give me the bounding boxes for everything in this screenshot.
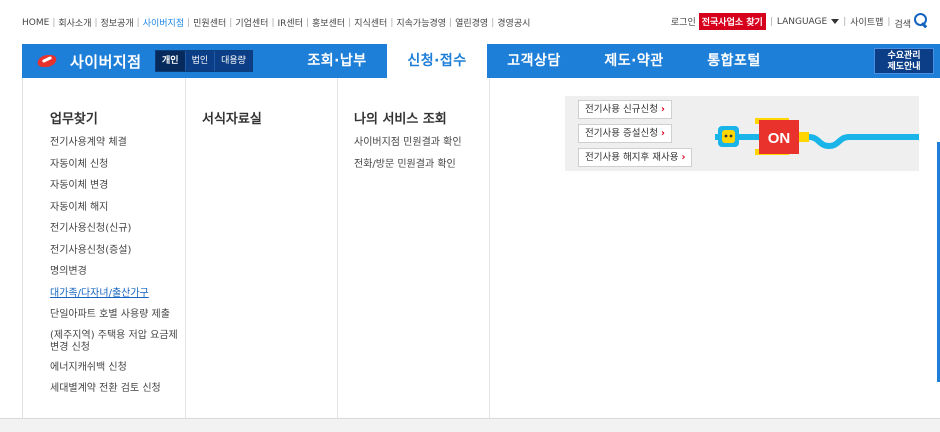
menu-inquiry-payment[interactable]: 조회·납부 [282,44,392,78]
util-open-management-link[interactable]: 열린경영 [455,16,488,29]
util-cyber-branch-link[interactable]: 사이버지점 [143,16,184,29]
task-item[interactable]: 자동이체 신청 [50,158,190,180]
caret-down-icon [831,18,840,24]
utility-nav: HOME | 회사소개 | 정보공개 | 사이버지점 | 민원센터 | 기업센터 | IR센… [22,16,530,30]
utility-bar: HOME | 회사소개 | 정보공개 | 사이버지점 | 민원센터 | 기업센터 | IR센… [0,0,940,44]
new-application-button[interactable]: 전기사용 신규신청 › [578,100,672,119]
task-item-selected[interactable]: 대가족/다자녀/출산가구 [50,287,190,309]
kepco-logo-icon [36,53,58,69]
divider: | [94,17,98,28]
divider: | [229,17,233,28]
cable-right [808,134,919,150]
demand-line-2: 제도안내 [887,62,921,72]
task-list: 전기사용계약 체결 자동이체 신청 자동이체 변경 자동이체 해지 전기사용신청… [50,136,190,404]
task-item[interactable]: 자동이체 해지 [50,201,190,223]
util-company-link[interactable]: 회사소개 [58,16,91,29]
divider: | [271,17,275,28]
util-ir-center-link[interactable]: IR센터 [278,16,303,29]
menu-policy-terms[interactable]: 제도·약관 [584,44,684,78]
task-item[interactable]: 전기사용신청(신규) [50,222,190,244]
divider: | [52,17,56,28]
task-item[interactable]: (제주지역) 주택용 저압 요금제 변경 신청 [50,330,190,361]
switch-label: ON [768,130,791,147]
column-my-services: 나의 서비스 조회 사이버지점 민원결과 확인 전화/방문 민원결과 확인 [338,78,490,418]
menu-customer-consult[interactable]: 고객상담 [484,44,584,78]
chevron-right-icon: › [681,152,686,163]
brand-link[interactable]: 사이버지점 [36,44,142,78]
divider: | [887,16,891,27]
button-label: 전기사용 해지후 재사용 [585,152,679,163]
util-sustainability-link[interactable]: 지속가능경영 [396,16,446,29]
column-title: 나의 서비스 조회 [354,112,447,127]
task-item[interactable]: 명의변경 [50,265,190,287]
service-list: 사이버지점 민원결과 확인 전화/방문 민원결과 확인 [354,136,462,179]
divider: | [491,17,495,28]
increase-application-button[interactable]: 전기사용 증설신청 › [578,124,672,143]
task-item[interactable]: 전기사용신청(증설) [50,244,190,266]
demand-line-1: 수요관리 [887,51,921,61]
divider: | [843,16,847,27]
task-item[interactable]: 세대별계약 전환 검토 신청 [50,382,190,404]
language-select[interactable]: LANGUAGE [776,16,840,27]
button-label: 전기사용 증설신청 [585,128,658,139]
login-link[interactable]: 로그인 [671,15,696,28]
demand-management-button[interactable]: 수요관리 제도안내 [874,48,934,74]
chevron-right-icon: › [660,104,665,115]
tab-personal[interactable]: 개인 [156,51,186,71]
task-item[interactable]: 자동이체 변경 [50,179,190,201]
forms-library-link[interactable]: 서식자료실 [202,108,262,127]
util-info-link[interactable]: 정보공개 [101,16,134,29]
divider: | [769,16,773,27]
util-business-center-link[interactable]: 기업센터 [235,16,268,29]
task-item[interactable]: 전기사용계약 체결 [50,136,190,158]
branch-search-button[interactable]: 전국사업소 찾기 [698,13,766,30]
divider: | [187,17,191,28]
task-item[interactable]: 단일아파트 호별 사용량 제출 [50,308,190,330]
service-item[interactable]: 전화/방문 민원결과 확인 [354,158,462,180]
plug-face-icon [722,130,735,143]
service-item[interactable]: 사이버지점 민원결과 확인 [354,136,462,158]
divider: | [305,17,310,28]
reuse-application-button[interactable]: 전기사용 해지후 재사용 › [578,148,693,167]
divider: | [390,17,394,28]
main-navbar: 사이버지점 개인 법인 대용량 조회·납부 신청·접수 고객상담 제도·약관 통… [22,44,940,78]
column-title: 업무찾기 [50,112,98,127]
tab-corporate[interactable]: 법인 [185,51,216,71]
sitemap-link[interactable]: 사이트맵 [850,15,883,28]
tab-large-volume[interactable]: 대용량 [215,51,252,71]
menu-integrated-portal[interactable]: 통합포털 [684,44,784,78]
util-knowledge-center-link[interactable]: 지식센터 [354,16,387,29]
search-icon [914,13,928,27]
util-civil-center-link[interactable]: 민원센터 [193,16,226,29]
divider: | [348,17,352,28]
column-task-finder: 업무찾기 전기사용계약 체결 자동이체 신청 자동이체 변경 자동이체 해지 전… [23,78,186,418]
button-label: 전기사용 신규신청 [585,104,658,115]
divider: | [136,17,140,28]
column-forms-library: 서식자료실 [186,78,338,418]
utility-actions: 로그인 전국사업소 찾기 | LANGUAGE | 사이트맵 | 검색 [671,13,928,30]
search-label: 검색 [894,20,911,30]
panel-bottom-bar [0,418,940,432]
search-button[interactable]: 검색 [894,13,928,30]
promo-banner: 전기사용 신규신청 › 전기사용 증설신청 › 전기사용 해지후 재사용 › ON [565,96,919,171]
brand-name: 사이버지점 [70,52,142,71]
util-disclosure-link[interactable]: 경영공시 [497,16,530,29]
util-pr-center-link[interactable]: 홍보센터 [312,16,345,29]
task-item[interactable]: 에너지캐쉬백 신청 [50,361,190,383]
util-home-link[interactable]: HOME [22,18,49,28]
language-label: LANGUAGE [776,16,828,27]
chevron-right-icon: › [660,128,665,139]
divider: | [449,17,453,28]
customer-type-tabs: 개인 법인 대용량 [155,50,253,72]
menu-application[interactable]: 신청·접수 [387,44,487,78]
power-switch-illustration: ON [715,118,919,155]
